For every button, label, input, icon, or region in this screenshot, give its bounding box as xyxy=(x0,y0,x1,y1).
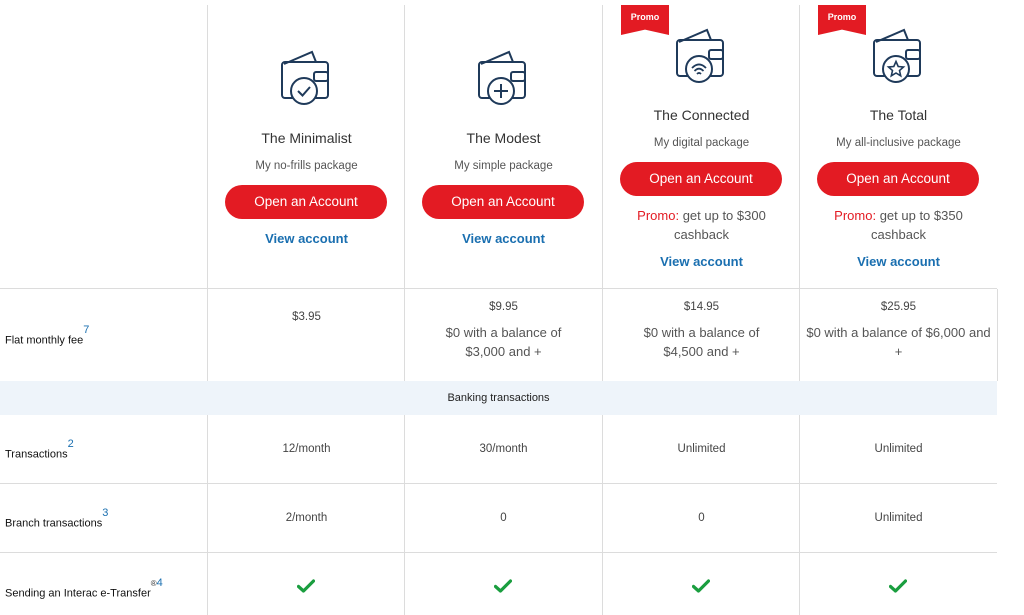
wallet-star-icon xyxy=(873,28,921,83)
promo-badge: Promo xyxy=(621,5,669,35)
check-icon xyxy=(889,579,907,593)
package-subtitle: My simple package xyxy=(454,160,553,172)
wallet-wifi-icon xyxy=(676,28,724,83)
fee-amount: $9.95 xyxy=(489,301,518,313)
wallet-check-icon xyxy=(281,50,329,105)
open-account-button[interactable]: Open an Account xyxy=(817,162,979,196)
fee-waiver: $0 with a balance of $3,000 and + xyxy=(445,325,562,359)
package-name: The Minimalist xyxy=(261,130,352,146)
package-name: The Modest xyxy=(466,130,541,146)
package-subtitle: My all-inclusive package xyxy=(836,137,961,149)
fee-waiver: $0 with a balance of $4,500 and + xyxy=(643,325,760,359)
row-divider xyxy=(0,552,997,553)
fee-cell: $9.95 $0 with a balance of $3,000 and + xyxy=(405,301,602,361)
transactions-cell: Unlimited xyxy=(874,443,923,455)
open-account-button[interactable]: Open an Account xyxy=(620,162,782,196)
fee-amount: $3.95 xyxy=(292,311,321,323)
transactions-cell: 30/month xyxy=(479,443,528,455)
row-label-text: Branch transactions xyxy=(5,517,103,530)
transactions-cell: Unlimited xyxy=(677,443,726,455)
row-label-text: Transactions xyxy=(5,448,68,461)
transactions-cell: 12/month xyxy=(282,443,331,455)
promo-label: Promo: xyxy=(834,208,877,223)
row-label-text: Sending an Interac e-Transfer xyxy=(5,587,151,600)
promo-label: Promo: xyxy=(637,208,680,223)
registered-mark: ® xyxy=(150,579,157,588)
row-label-text: Flat monthly fee xyxy=(5,334,84,347)
package-subtitle: My digital package xyxy=(653,137,750,149)
fee-amount: $14.95 xyxy=(683,301,720,313)
footnote-link[interactable]: 2 xyxy=(68,438,74,450)
view-account-link[interactable]: View account xyxy=(603,254,800,269)
view-account-link[interactable]: View account xyxy=(800,254,997,269)
branch-cell: 0 xyxy=(500,512,507,524)
open-account-button[interactable]: Open an Account xyxy=(422,185,584,219)
promo-text: Promo: get up to $350 cashback xyxy=(800,206,997,244)
promo-text: Promo: get up to $300 cashback xyxy=(603,206,800,244)
column-divider xyxy=(997,289,998,381)
row-divider xyxy=(0,483,997,484)
branch-cell: 0 xyxy=(698,512,705,524)
promo-description: get up to $350 cashback xyxy=(871,208,963,242)
check-icon xyxy=(297,579,315,593)
footnote-link[interactable]: 4 xyxy=(157,577,163,589)
view-account-link[interactable]: View account xyxy=(405,231,602,246)
row-divider xyxy=(0,288,997,289)
package-name: The Connected xyxy=(653,107,750,123)
wallet-plus-icon xyxy=(478,50,526,105)
footnote-link[interactable]: 7 xyxy=(83,324,89,336)
check-icon xyxy=(692,579,710,593)
promo-badge: Promo xyxy=(818,5,866,35)
view-account-link[interactable]: View account xyxy=(208,231,405,246)
fee-cell: $14.95 $0 with a balance of $4,500 and + xyxy=(603,301,800,361)
row-label-transactions: Transactions2 xyxy=(5,438,74,461)
section-header-banking-transactions: Banking transactions xyxy=(0,381,997,415)
row-label-monthly-fee: Flat monthly fee7 xyxy=(5,324,89,347)
branch-cell: 2/month xyxy=(285,512,328,524)
row-label-etransfer: Sending an Interac e-Transfer®4 xyxy=(5,577,163,600)
package-name: The Total xyxy=(869,107,928,123)
fee-cell: $3.95 xyxy=(208,311,405,323)
fee-waiver: $0 with a balance of $6,000 and + xyxy=(806,325,991,359)
open-account-button[interactable]: Open an Account xyxy=(225,185,387,219)
check-icon xyxy=(494,579,512,593)
promo-description: get up to $300 cashback xyxy=(674,208,766,242)
footnote-link[interactable]: 3 xyxy=(102,507,108,519)
fee-cell: $25.95 $0 with a balance of $6,000 and + xyxy=(800,301,997,361)
row-label-branch-transactions: Branch transactions3 xyxy=(5,507,108,530)
fee-amount: $25.95 xyxy=(880,301,917,313)
branch-cell: Unlimited xyxy=(874,512,923,524)
package-subtitle: My no-frills package xyxy=(255,160,358,172)
